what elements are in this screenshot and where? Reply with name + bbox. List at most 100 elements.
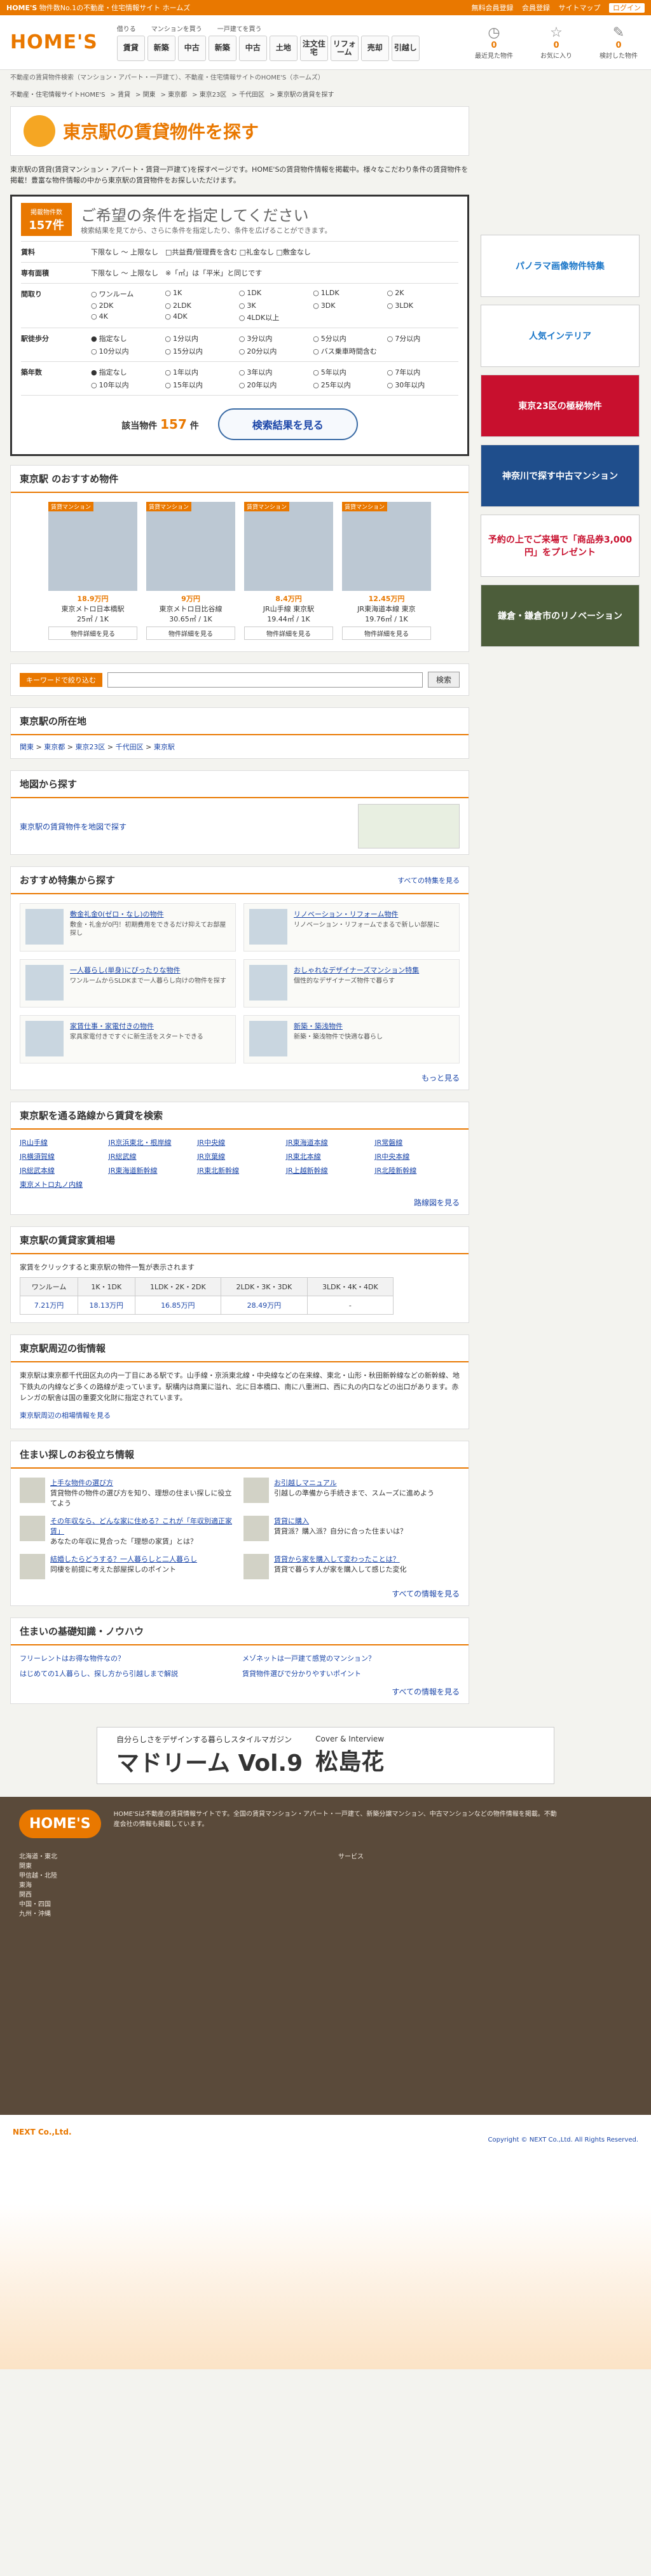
basics-more-link[interactable]: すべての情報を見る (392, 1687, 460, 1696)
property-detail-button[interactable]: 物件詳細を見る (342, 627, 431, 640)
layout-opt[interactable]: 2K (387, 289, 458, 299)
line-link[interactable]: JR東北本線 (286, 1151, 371, 1161)
layout-opt[interactable]: 2LDK (165, 301, 236, 310)
layout-opt[interactable]: 4K (91, 312, 162, 322)
ad-kanagawa[interactable]: 神奈川で探す中古マンション (481, 445, 640, 507)
layout-opt[interactable]: ワンルーム (91, 289, 162, 299)
ad-renovation[interactable]: 鎌倉・鎌倉市のリノベーション (481, 585, 640, 647)
feature-card[interactable]: おしゃれなデザイナーズマンション特集 個性的なデザイナーズ物件で暮らす (243, 959, 460, 1008)
line-link[interactable]: JR常磐線 (374, 1137, 460, 1147)
property-name[interactable]: 東京メトロ日本橋駅 (48, 604, 137, 614)
link-sitemap[interactable]: サイトマップ (559, 4, 601, 12)
property-name[interactable]: 東京メトロ日比谷線 (146, 604, 235, 614)
line-link[interactable]: JR横須賀線 (20, 1151, 105, 1161)
considered-link[interactable]: ✎ 0 検討した物件 (596, 25, 641, 60)
loc-kanto[interactable]: 関東 (20, 743, 34, 751)
feature-title[interactable]: 家賃仕事・家電付きの物件 (70, 1021, 203, 1031)
layout-opt[interactable]: 1K (165, 289, 236, 299)
walk-opt[interactable]: 指定なし (91, 333, 162, 343)
tip-item[interactable]: お引越しマニュアル 引越しの準備から手続きまで、スムーズに進めよう (243, 1478, 460, 1508)
tip-item[interactable]: 賃貸から家を購入して変わったことは？ 賃貸で暮らす人が家を購入して感じた変化 (243, 1554, 460, 1580)
region-link[interactable]: 関西 (19, 1889, 313, 1899)
ad-panorama[interactable]: パノラマ画像物件特集 (481, 235, 640, 297)
basic-link[interactable]: フリーレントはお得な物件なの？ (20, 1653, 237, 1663)
history-link[interactable]: ◷ 0 最近見た物件 (472, 25, 516, 60)
line-link[interactable]: JR東海道新幹線 (109, 1165, 194, 1175)
feature-title[interactable]: リノベーション・リフォーム物件 (294, 909, 440, 919)
line-link[interactable]: JR東北新幹線 (197, 1165, 282, 1175)
age-opt[interactable]: 5年以内 (313, 367, 384, 377)
tip-title[interactable]: その年収なら、どんな家に住める？これが「年収別適正家賃」 (50, 1517, 232, 1535)
cat-sell[interactable]: 売却 (360, 36, 389, 61)
show-results-button[interactable]: 検索結果を見る (217, 408, 358, 440)
property-name[interactable]: JR東海道本線 東京 (342, 604, 431, 614)
line-link[interactable]: JR東海道本線 (286, 1137, 371, 1147)
region-link[interactable]: 中国・四国 (19, 1899, 313, 1908)
footer-logo[interactable]: HOME'S (19, 1810, 101, 1839)
tip-item[interactable]: その年収なら、どんな家に住める？これが「年収別適正家賃」 あなたの年収に見合った「… (20, 1516, 236, 1546)
region-link[interactable]: 東海 (19, 1880, 313, 1889)
layout-opt[interactable]: 4LDK以上 (239, 312, 310, 322)
walk-opt[interactable]: 3分以内 (239, 333, 310, 343)
cat-used-mansion[interactable]: 中古 (177, 36, 206, 61)
layout-opt[interactable]: 3LDK (387, 301, 458, 310)
crumb-kanto[interactable]: 関東 (143, 92, 156, 99)
tip-item[interactable]: 結婚したらどうする？一人暮らしと二人暮らし 同棲を前提に考えた部屋探しのポイント (20, 1554, 236, 1580)
cat-used-house[interactable]: 中古 (238, 36, 267, 61)
tip-title[interactable]: 賃貸に購入 (274, 1517, 309, 1525)
cat-custom[interactable]: 注文住宅 (299, 36, 328, 61)
line-link[interactable]: JR中央線 (197, 1137, 282, 1147)
line-link[interactable]: JR総武線 (109, 1151, 194, 1161)
cat-new-mansion[interactable]: 新築 (147, 36, 175, 61)
rent-value[interactable]: 28.49万円 (247, 1301, 282, 1310)
ad-campaign[interactable]: 予約の上でご来場で「商品券3,000円」をプレゼント (481, 515, 640, 577)
line-link[interactable]: JR総武本線 (20, 1165, 105, 1175)
loc-tokyo[interactable]: 東京都 (44, 743, 65, 751)
features-more-link[interactable]: すべての特集を見る (397, 875, 460, 885)
walk-opt[interactable]: 5分以内 (313, 333, 384, 343)
map-search-link[interactable]: 東京駅の賃貸物件を地図で探す (20, 821, 127, 832)
login-button[interactable]: ログイン (609, 3, 645, 13)
crumb-rent[interactable]: 賃貸 (118, 92, 130, 99)
logo[interactable]: HOME'S (10, 31, 98, 53)
tip-item[interactable]: 賃貸に購入 賃貸派？購入派？自分に合った住まいは？ (243, 1516, 460, 1546)
feature-card[interactable]: 家賃仕事・家電付きの物件 家具家電付きですぐに新生活をスタートできる (20, 1015, 236, 1063)
age-opt[interactable]: 10年以内 (91, 380, 162, 390)
age-opt[interactable]: 3年以内 (239, 367, 310, 377)
lines-more-link[interactable]: 路線図を見る (414, 1198, 460, 1207)
property-detail-button[interactable]: 物件詳細を見る (244, 627, 333, 640)
property-card[interactable]: 賃貸マンション 9万円 東京メトロ日比谷線 30.65㎡ / 1K 物件詳細を見る (146, 502, 235, 640)
cat-land[interactable]: 土地 (269, 36, 298, 61)
layout-opt[interactable]: 1LDK (313, 289, 384, 299)
loc-chiyoda[interactable]: 千代田区 (116, 743, 144, 751)
property-card[interactable]: 賃貸マンション 18.9万円 東京メトロ日本橋駅 25㎡ / 1K 物件詳細を見る (48, 502, 137, 640)
tips-more-link[interactable]: すべての情報を見る (392, 1589, 460, 1598)
cat-rent[interactable]: 賃貸 (116, 36, 145, 61)
feature-title[interactable]: 一人暮らし(単身)にぴったりな物件 (70, 965, 226, 975)
walk-opt[interactable]: 10分以内 (91, 346, 162, 356)
ad-tokyo23[interactable]: 東京23区の極秘物件 (481, 375, 640, 437)
crumb-chiyoda[interactable]: 千代田区 (239, 92, 264, 99)
tip-title[interactable]: 賃貸から家を購入して変わったことは？ (274, 1555, 400, 1563)
property-card[interactable]: 賃貸マンション 12.45万円 JR東海道本線 東京 19.76㎡ / 1K 物件詳細を… (342, 502, 431, 640)
line-link[interactable]: JR中央本線 (374, 1151, 460, 1161)
tip-title[interactable]: 上手な物件の選び方 (50, 1479, 113, 1487)
feature-card[interactable]: リノベーション・リフォーム物件 リノベーション・リフォームでまるで新しい部屋に (243, 903, 460, 952)
area-select[interactable]: 下限なし 〜 上限なし ※「㎡」は「平米」と同じです (91, 268, 458, 278)
walk-opt[interactable]: 7分以内 (387, 333, 458, 343)
walk-opt[interactable]: 1分以内 (165, 333, 236, 343)
rent-value[interactable]: 7.21万円 (34, 1301, 64, 1310)
line-link[interactable]: JR上越新幹線 (286, 1165, 371, 1175)
feature-title[interactable]: 敷金礼金0(ゼロ・なし)の物件 (70, 909, 230, 919)
property-photo[interactable]: 賃貸マンション (244, 502, 333, 591)
keyword-input[interactable] (107, 672, 423, 688)
magazine-banner[interactable]: 自分らしさをデザインする暮らしスタイルマガジン マドリーム Vol.9 Cover… (97, 1727, 554, 1785)
link-register[interactable]: 無料会員登録 (472, 4, 514, 12)
tip-title[interactable]: お引越しマニュアル (274, 1479, 337, 1487)
feature-title[interactable]: おしゃれなデザイナーズマンション特集 (294, 965, 419, 975)
region-link[interactable]: 九州・沖縄 (19, 1908, 313, 1918)
property-photo[interactable]: 賃貸マンション (146, 502, 235, 591)
crumb-home[interactable]: 不動産・住宅情報サイトHOME'S (10, 92, 105, 99)
basic-link[interactable]: はじめての1人暮らし、探し方から引越しまで解説 (20, 1668, 237, 1679)
feature-card[interactable]: 敷金礼金0(ゼロ・なし)の物件 敷金・礼金が0円！初期費用をできるだけ抑えてお部屋… (20, 903, 236, 952)
